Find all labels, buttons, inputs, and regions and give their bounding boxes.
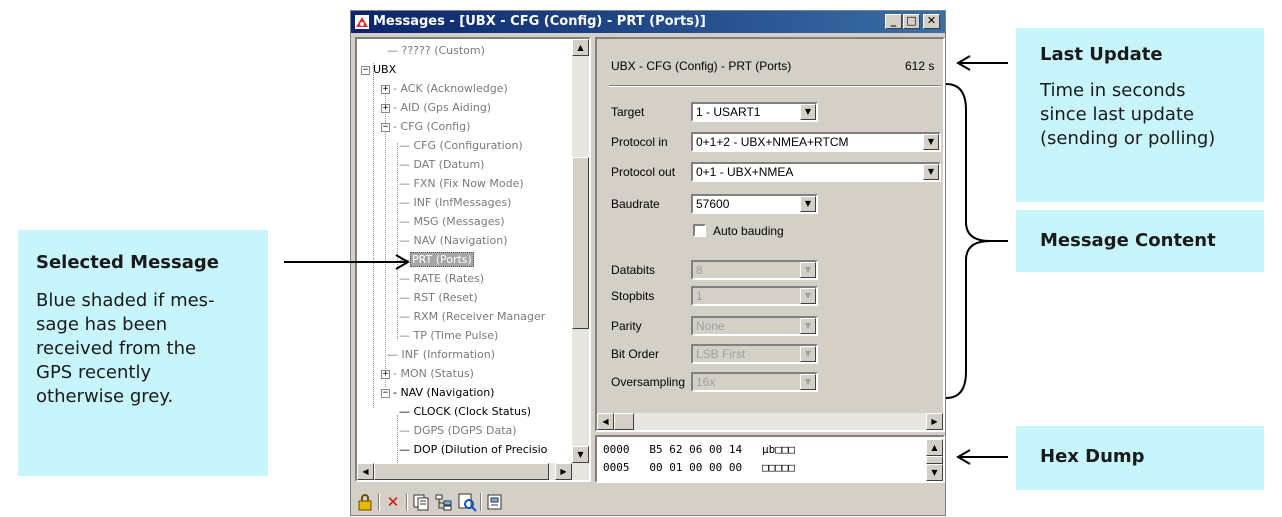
annotation-arrows xyxy=(284,55,1008,465)
